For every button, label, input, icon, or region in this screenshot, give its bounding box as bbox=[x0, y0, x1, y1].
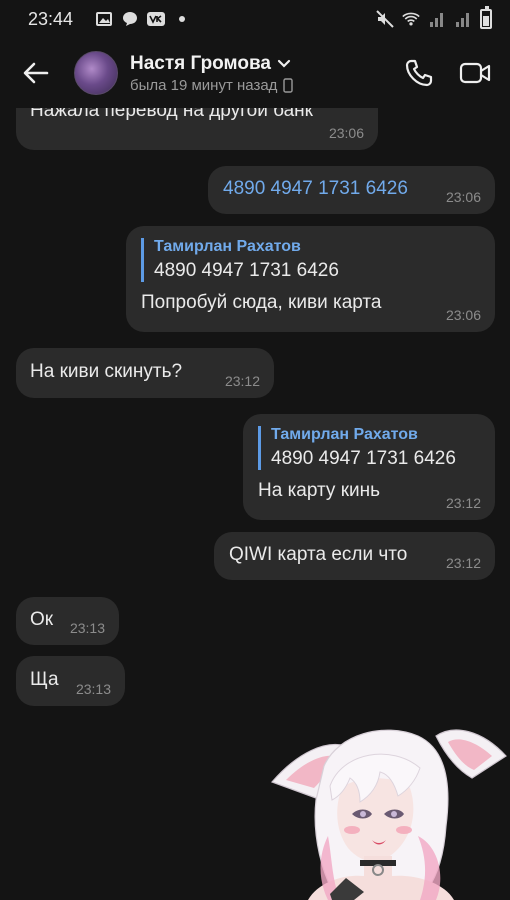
message-time: 23:13 bbox=[75, 681, 111, 697]
message-incoming[interactable]: Ща 23:13 bbox=[16, 656, 125, 706]
vk-icon bbox=[147, 11, 166, 27]
chat-bubble-icon bbox=[121, 11, 139, 27]
contact-info[interactable]: Настя Громова была 19 минут назад bbox=[130, 52, 294, 94]
reply-author: Тамирлан Рахатов bbox=[271, 426, 418, 443]
message-time: 23:06 bbox=[445, 307, 481, 323]
reply-text: 4890 4947 1731 6426 bbox=[154, 260, 339, 281]
message-incoming[interactable]: На киви скинуть? 23:12 bbox=[16, 348, 274, 398]
reply-quote[interactable]: Тамирлан Рахатов 4890 4947 1731 6426 bbox=[141, 238, 481, 282]
message-time: 23:12 bbox=[445, 495, 481, 511]
battery-icon bbox=[480, 6, 492, 29]
message-outgoing[interactable]: Тамирлан Рахатов 4890 4947 1731 6426 На … bbox=[243, 414, 495, 520]
avatar[interactable] bbox=[74, 51, 118, 95]
message-time: 23:12 bbox=[445, 555, 481, 571]
video-icon bbox=[459, 62, 491, 84]
signal-icon bbox=[454, 11, 472, 27]
contact-name: Настя Громова bbox=[130, 52, 271, 74]
status-bar: 23:44 bbox=[0, 0, 510, 38]
mute-icon bbox=[376, 10, 394, 28]
call-button[interactable] bbox=[402, 56, 436, 90]
wifi-icon bbox=[402, 11, 420, 27]
message-text: Попробуй сюда, киви карта bbox=[141, 292, 382, 313]
phone-icon bbox=[405, 59, 433, 87]
status-time: 23:44 bbox=[28, 8, 74, 29]
reply-author: Тамирлан Рахатов bbox=[154, 238, 301, 255]
message-incoming[interactable]: Ок 23:13 bbox=[16, 597, 119, 645]
message-outgoing[interactable]: QIWI карта если что 23:12 bbox=[214, 532, 495, 580]
reply-text: 4890 4947 1731 6426 bbox=[271, 448, 456, 469]
phone-device-icon bbox=[283, 77, 294, 93]
signal-icon bbox=[428, 11, 446, 27]
dot-icon bbox=[173, 11, 191, 27]
message-time: 23:13 bbox=[69, 620, 105, 636]
gallery-icon bbox=[95, 11, 113, 27]
contact-status: была 19 минут назад bbox=[130, 76, 278, 94]
chat-header: Настя Громова была 19 минут назад bbox=[0, 38, 510, 108]
chevron-down-icon bbox=[277, 59, 291, 68]
anime-girl-sticker[interactable] bbox=[268, 716, 510, 900]
message-outgoing[interactable]: 4890 4947 1731 6426 23:06 bbox=[208, 166, 495, 214]
message-outgoing[interactable]: Тамирлан Рахатов 4890 4947 1731 6426 Поп… bbox=[126, 226, 495, 332]
video-call-button[interactable] bbox=[458, 56, 492, 90]
message-time: 23:06 bbox=[328, 125, 364, 141]
message-time: 23:12 bbox=[224, 373, 260, 389]
message-time: 23:06 bbox=[445, 189, 481, 205]
reply-quote[interactable]: Тамирлан Рахатов 4890 4947 1731 6426 bbox=[258, 426, 481, 470]
arrow-left-icon bbox=[23, 62, 49, 84]
back-button[interactable] bbox=[6, 43, 66, 103]
